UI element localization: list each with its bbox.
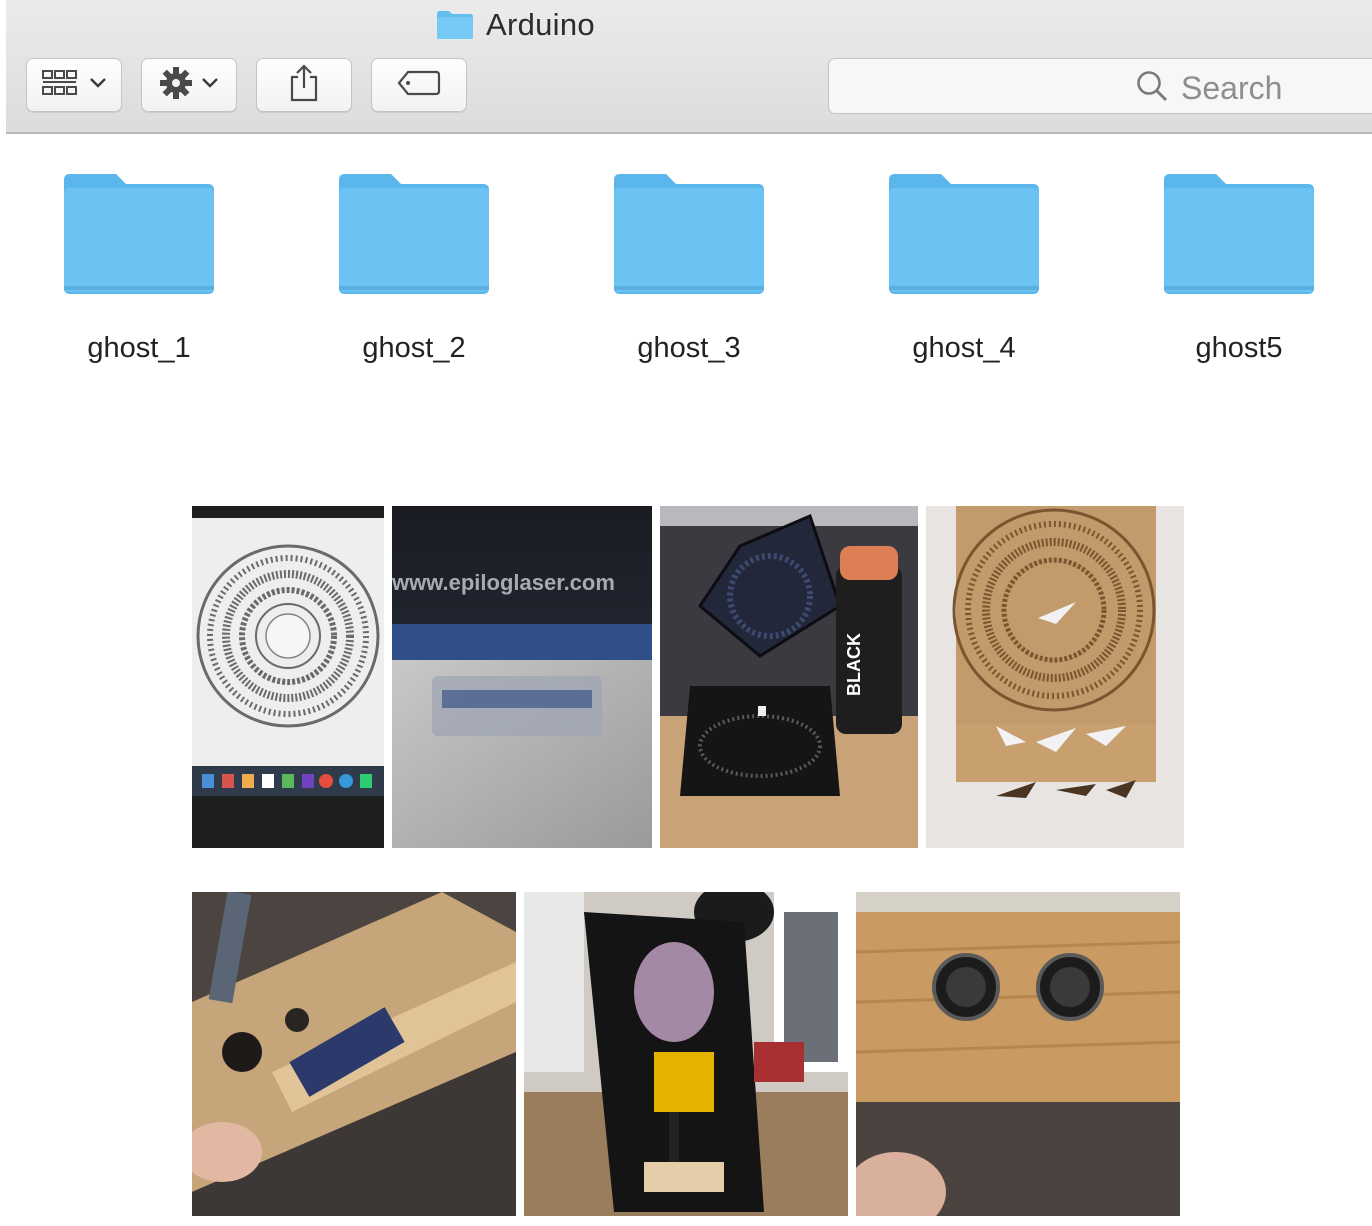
folder-label: ghost_4	[912, 332, 1016, 364]
tag-button[interactable]	[371, 58, 467, 112]
photo-sensor-in-wood	[192, 892, 516, 1216]
folder-ghost5[interactable]: ghost5	[1144, 170, 1334, 380]
photo-cardboard-dial	[926, 506, 1184, 848]
folder-label: ghost_2	[362, 332, 466, 364]
folder-icon	[436, 10, 474, 40]
icon-view-grid-icon	[41, 68, 79, 103]
svg-text:www.epiloglaser.com: www.epiloglaser.com	[392, 570, 615, 595]
folder-label: ghost5	[1195, 332, 1283, 364]
search-placeholder: Search	[1181, 70, 1283, 106]
folder-ghost-4[interactable]: ghost_4	[869, 170, 1059, 380]
folder-ghost-2[interactable]: ghost_2	[319, 170, 509, 380]
folder-icon	[339, 174, 489, 294]
photo-laser-cutter: www.epiloglaser.com	[392, 506, 652, 848]
folder-label: ghost_3	[637, 332, 741, 364]
folder-label: ghost_1	[87, 332, 191, 364]
view-options-button[interactable]	[26, 58, 122, 112]
tag-icon	[396, 69, 442, 102]
photo-spray-paint: BLACK	[660, 506, 918, 848]
finder-window: Arduino Search ghost_1 ghost_2 ghost_3 g…	[6, 0, 1372, 420]
chevron-down-icon	[201, 76, 219, 94]
photo-sensor-eyes	[856, 892, 1180, 1216]
folder-icon	[889, 174, 1039, 294]
share-icon	[289, 63, 319, 107]
toolbar: Arduino Search	[6, 0, 1372, 134]
chevron-down-icon	[89, 76, 107, 94]
folder-icon	[614, 174, 764, 294]
folder-icon	[1164, 174, 1314, 294]
share-button[interactable]	[256, 58, 352, 112]
action-menu-button[interactable]	[141, 58, 237, 112]
search-field[interactable]: Search	[828, 58, 1372, 114]
photo-student-drilling	[524, 892, 848, 1216]
folder-ghost-1[interactable]: ghost_1	[44, 170, 234, 380]
folder-ghost-3[interactable]: ghost_3	[594, 170, 784, 380]
folder-icon	[64, 174, 214, 294]
svg-text:BLACK: BLACK	[844, 633, 864, 696]
window-title-area: Arduino	[436, 6, 595, 44]
gear-icon	[159, 66, 193, 105]
search-icon	[1135, 69, 1169, 108]
photo-laptop-design	[192, 506, 384, 848]
window-title: Arduino	[486, 7, 595, 42]
